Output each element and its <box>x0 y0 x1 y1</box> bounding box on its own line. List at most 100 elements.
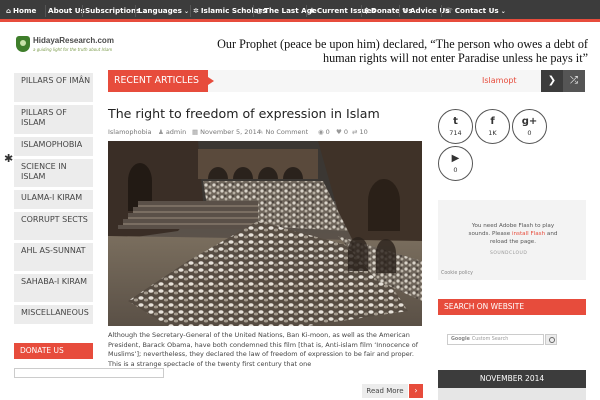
nav-item-contact-us[interactable]: ☏ Contact Us ⌄ <box>444 0 506 22</box>
author-name: admin <box>165 128 187 136</box>
cookie-policy-link[interactable]: Cookie policy <box>441 271 473 276</box>
sidebar-item-miscellaneous[interactable]: Miscellaneous <box>14 305 93 324</box>
nav-label: Languages <box>138 6 182 15</box>
meta-category[interactable]: Islamophobia <box>108 128 152 136</box>
contact-icon: ☏ <box>444 7 453 15</box>
facebook-icon: f <box>490 116 495 127</box>
post-date: November 5, 2014 <box>200 128 261 136</box>
social-twitter-button[interactable]: t 714 <box>438 109 473 144</box>
recent-ticker-link[interactable]: Islamopt <box>482 76 517 85</box>
clock-icon: ◷ <box>256 7 263 15</box>
meta-views: ◉ 0 <box>318 128 330 136</box>
eye-icon: ◉ <box>318 128 324 136</box>
nav-separator <box>190 5 191 17</box>
nav-separator <box>306 5 307 17</box>
meta-shares[interactable]: ⇄ 10 <box>352 128 368 136</box>
search-button-icon[interactable] <box>545 334 557 345</box>
sidebar-item-islamophobia[interactable]: Islamophobia <box>14 137 93 156</box>
logo-name: HidayaResearch.com <box>33 36 114 45</box>
meta-author[interactable]: ♟ admin <box>158 128 186 136</box>
nav-label: Subscriptions <box>85 6 141 15</box>
nav-label: About Us <box>48 6 85 15</box>
search-input[interactable]: Google Custom Search <box>447 334 544 345</box>
comment-icon: ✎ <box>258 128 264 136</box>
donate-widget-box <box>14 368 164 378</box>
top-nav: ⌂ Home About Us Subscriptions ⌄ Languages ⌄ ✲ Is… <box>0 0 600 22</box>
social-count: 1K <box>488 129 497 137</box>
nav-item-the-last-age[interactable]: ◷ The Last Age <box>256 0 317 22</box>
shuffle-icon[interactable]: ⤮ <box>563 70 585 92</box>
share-icon: ⇄ <box>352 128 358 136</box>
mosque-prayer-photo <box>108 141 422 326</box>
site-logo[interactable]: HidayaResearch.com a guiding light for t… <box>16 36 116 56</box>
soundcloud-line-2b: and <box>545 231 558 237</box>
share-count: 10 <box>359 128 368 136</box>
nav-item-home[interactable]: ⌂ Home <box>6 0 36 22</box>
nav-separator <box>441 5 442 17</box>
article-excerpt: Although the Secretary-General of the Un… <box>108 331 419 368</box>
twitter-icon: t <box>453 116 458 127</box>
soundcloud-line-3: reload the page. <box>489 239 537 245</box>
googleplus-icon: g+ <box>521 116 538 127</box>
star-icon: ✲ <box>193 7 199 15</box>
soundcloud-message: You need Adobe Flash to play sounds. Ple… <box>448 222 578 246</box>
like-count: 0 <box>343 128 348 136</box>
read-more-arrow-icon[interactable]: › <box>409 384 423 398</box>
article-image[interactable] <box>108 141 422 326</box>
google-label: Google <box>451 337 470 342</box>
chevron-down-icon: ⌄ <box>500 8 506 15</box>
sidebar-item-corrupt-sects[interactable]: Corrupt Sects <box>14 212 93 240</box>
nav-item-advice-us[interactable]: ✎ Advice Us <box>402 0 449 22</box>
nav-separator <box>253 5 254 17</box>
nav-separator <box>399 5 400 17</box>
soundcloud-line-2: sounds. Please <box>468 231 512 237</box>
logo-shield-icon <box>16 36 30 52</box>
youtube-icon: ▶ <box>451 153 460 164</box>
meta-comments[interactable]: ✎ No Comment <box>258 128 308 136</box>
sidebar-item-pillars-of-islam[interactable]: Pillars of Islam <box>14 105 93 134</box>
sidebar-item-ulama-i-kiram[interactable]: Ulama-i Kiram <box>14 190 93 209</box>
calendar-heading: NOVEMBER 2014 <box>438 370 586 388</box>
comment-icon: ✎ <box>402 7 408 15</box>
install-flash-link[interactable]: install Flash <box>512 231 545 237</box>
meta-date: ▦ November 5, 2014 <box>192 128 261 136</box>
logo-tagline: a guiding light for the truth about Isla… <box>33 47 113 52</box>
search-heading: SEARCH ON WEBSITE <box>438 299 586 315</box>
sidebar-item-ahl-as-sunnat[interactable]: Ahl As-Sunnat <box>14 243 93 271</box>
social-count: 0 <box>527 129 532 137</box>
calendar-icon: ▦ <box>192 128 199 136</box>
nav-separator <box>45 5 46 17</box>
social-youtube-button[interactable]: ▶ 0 <box>438 146 473 181</box>
nav-separator <box>135 5 136 17</box>
article-title[interactable]: The right to freedom of expression in Is… <box>108 106 380 121</box>
social-googleplus-button[interactable]: g+ 0 <box>512 109 547 144</box>
social-count: 714 <box>449 129 462 137</box>
chevron-down-icon: ⌄ <box>183 8 189 15</box>
sidebar-item-science-in-islam[interactable]: Science in Islam <box>14 159 93 187</box>
nav-separator <box>82 5 83 17</box>
calendar-weekdays-row <box>438 388 586 400</box>
nav-label: Contact Us <box>454 6 499 15</box>
home-icon: ⌂ <box>6 7 12 15</box>
social-facebook-button[interactable]: f 1K <box>475 109 510 144</box>
soundcloud-logo[interactable]: SOUNDCLOUD <box>490 251 527 256</box>
recent-articles-label: RECENT ARTICLES <box>108 70 214 92</box>
nav-separator <box>361 5 362 17</box>
comment-count: No Comment <box>265 128 309 136</box>
nav-label: Home <box>13 6 37 15</box>
heart-icon: ♥ <box>336 128 342 136</box>
social-count: 0 <box>453 166 458 174</box>
sidebar-item-pillars-of-im-n[interactable]: Pillars of Imân <box>14 73 93 102</box>
view-count: 0 <box>325 128 330 136</box>
gear-icon: ✱ <box>309 7 315 15</box>
sidebar-item-sahaba-i-kiram[interactable]: Sahaba-i Kiram <box>14 274 93 302</box>
dollar-icon: $ <box>364 7 369 15</box>
search-placeholder: Custom Search <box>471 337 509 342</box>
nav-item-languages[interactable]: Languages ⌄ <box>138 0 189 22</box>
read-more-button[interactable]: Read More <box>362 384 408 398</box>
ticker-next-icon[interactable]: ❯ <box>541 70 563 92</box>
soundcloud-line-1: You need Adobe Flash to play <box>471 223 555 229</box>
user-icon: ♟ <box>158 128 164 136</box>
meta-likes[interactable]: ♥ 0 <box>336 128 348 136</box>
nav-item-about-us[interactable]: About Us <box>48 0 85 22</box>
